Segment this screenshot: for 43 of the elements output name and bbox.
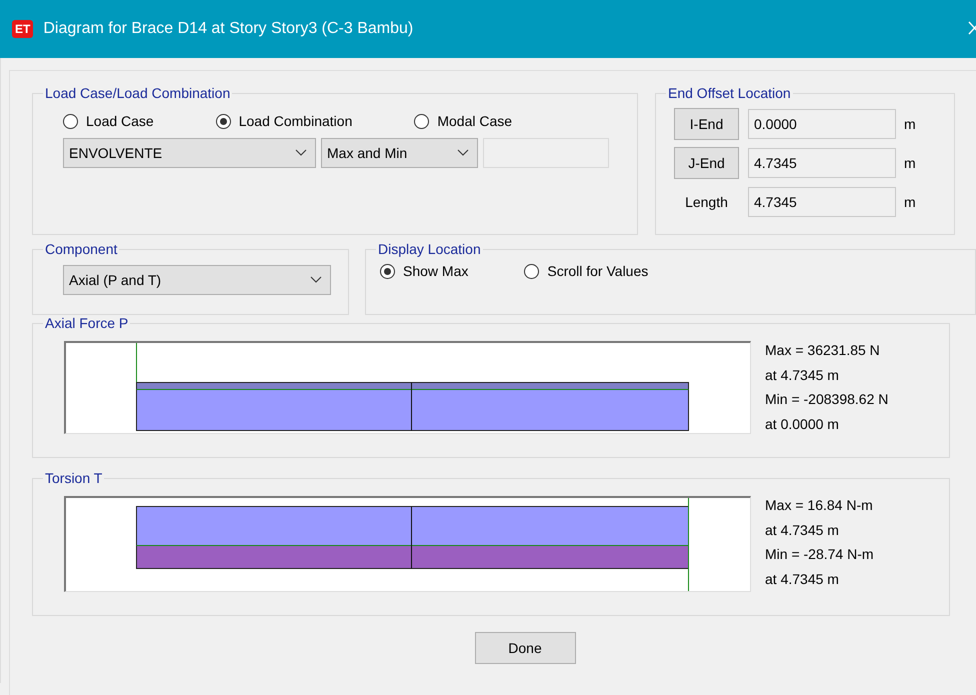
- window-title: Diagram for Brace D14 at Story Story3 (C-3 Bambu): [43, 20, 414, 38]
- result-text: Min = -28.74 N-m: [765, 545, 874, 564]
- result-text: Min = -208398.62 N: [765, 390, 888, 409]
- radio-icon[interactable]: [524, 264, 540, 278]
- chevron-down-icon: [310, 276, 322, 284]
- group-title: End Offset Location: [667, 85, 792, 101]
- chevron-down-icon: [457, 149, 469, 157]
- result-text: at 4.7345 m: [765, 366, 840, 384]
- end-button[interactable]: J-End: [674, 147, 739, 179]
- result-text: at 4.7345 m: [765, 520, 840, 540]
- group-title: Axial Force P: [44, 315, 130, 331]
- value-field: 0.0000: [748, 109, 896, 139]
- radio-icon[interactable]: [380, 264, 395, 278]
- chevron-down-icon: [295, 149, 307, 157]
- unit-label: m: [904, 155, 916, 171]
- radio-button[interactable]: Load Case: [63, 113, 154, 129]
- radio-icon[interactable]: [216, 114, 231, 128]
- radio-icon[interactable]: [63, 114, 78, 128]
- value-field: 4.7345: [748, 148, 896, 178]
- radio-button[interactable]: Modal Case: [414, 113, 512, 129]
- unit-label: m: [904, 194, 916, 210]
- done-button[interactable]: Done: [474, 632, 576, 664]
- app-icon: ET: [12, 20, 34, 38]
- radio-button[interactable]: Scroll for Values: [524, 263, 648, 279]
- value-field: 4.7345: [748, 187, 896, 217]
- result-text: Max = 36231.85 N: [765, 341, 881, 360]
- group-title: Display Location: [377, 241, 482, 257]
- combination-dropdown[interactable]: ENVOLVENTE: [63, 138, 316, 168]
- result-text: Max = 16.84 N-m: [765, 496, 874, 515]
- radio-button[interactable]: Show Max: [380, 263, 468, 279]
- group-title: Load Case/Load Combination: [44, 85, 232, 101]
- input-field[interactable]: [483, 138, 609, 168]
- component-dropdown[interactable]: Axial (P and T): [63, 265, 331, 295]
- result-text: at 4.7345 m: [765, 570, 840, 588]
- unit-label: m: [904, 116, 916, 132]
- field-label: Length: [684, 194, 729, 210]
- group-title: Torsion T: [44, 470, 104, 486]
- radio-icon[interactable]: [414, 114, 430, 128]
- end-button[interactable]: I-End: [674, 108, 739, 140]
- result-text: at 0.0000 m: [765, 414, 840, 434]
- radio-button[interactable]: Load Combination: [216, 113, 352, 129]
- mode-dropdown[interactable]: Max and Min: [321, 138, 478, 168]
- group-title: Component: [44, 241, 118, 257]
